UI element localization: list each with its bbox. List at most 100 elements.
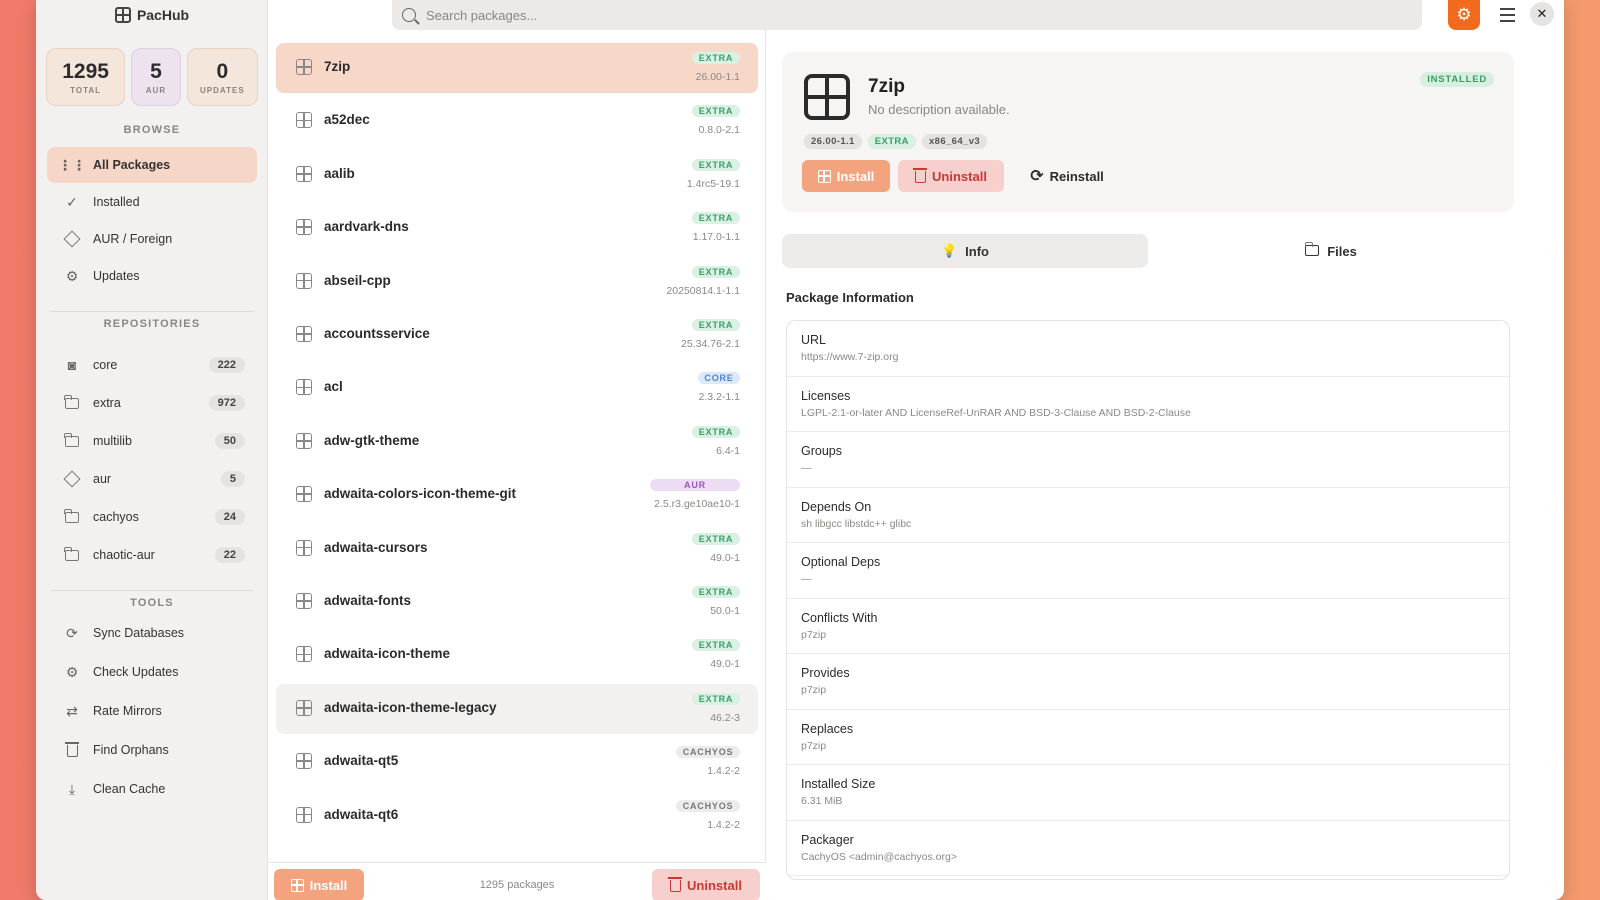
uninstall-button-footer[interactable]: Uninstall <box>652 869 760 900</box>
stat-total-value: 1295 <box>62 59 109 83</box>
settings-button[interactable]: ⚙ <box>1448 0 1480 30</box>
search-placeholder: Search packages... <box>426 7 538 23</box>
stats-row: 1295 TOTAL 5 AUR 0 UPDATES <box>46 48 258 106</box>
package-icon <box>296 165 312 182</box>
tab-label: Info <box>965 243 989 259</box>
package-row[interactable]: adwaita-colors-icon-theme-git AUR 2.5.r3.g… <box>276 470 758 520</box>
package-icon <box>296 806 312 823</box>
nav-all-packages[interactable]: ⋮⋮ All Packages <box>47 147 257 183</box>
tool-rate-mirrors[interactable]: ⇄ Rate Mirrors <box>47 693 257 729</box>
info-key: Groups <box>801 444 842 458</box>
list-footer: Install 1295 packages Uninstall <box>268 862 766 900</box>
uninstall-label: Uninstall <box>687 877 742 893</box>
menu-button[interactable] <box>1496 4 1518 26</box>
info-value: p7zip <box>801 628 827 641</box>
package-row[interactable]: adw-gtk-theme EXTRA 6.4-1 <box>276 417 758 467</box>
package-row[interactable]: 7zip EXTRA 26.00-1.1 <box>276 43 758 93</box>
package-name: adwaita-qt5 <box>324 753 399 769</box>
repo-name: chaotic-aur <box>93 548 155 562</box>
tool-sync-databases[interactable]: ⟳ Sync Databases <box>47 615 257 651</box>
info-row: Installed Size 6.31 MiB <box>787 765 1509 821</box>
tab-files[interactable]: Files <box>1148 234 1514 268</box>
repo-cachyos[interactable]: cachyos 24 <box>47 501 257 533</box>
install-button[interactable]: Install <box>802 160 890 192</box>
folder-icon <box>63 546 81 564</box>
hamburger-icon <box>1499 8 1515 10</box>
tool-find-orphans[interactable]: Find Orphans <box>47 732 257 768</box>
package-name: abseil-cpp <box>324 272 391 288</box>
repo-chaotic-aur[interactable]: chaotic-aur 22 <box>47 539 257 571</box>
package-icon <box>296 379 312 396</box>
package-row[interactable]: adwaita-qt6 CACHYOS 1.4.2-2 <box>276 791 758 841</box>
stat-total: 1295 TOTAL <box>46 48 126 106</box>
trash-icon <box>63 741 81 759</box>
info-row: Provides p7zip <box>787 654 1509 710</box>
package-name: aalib <box>324 165 355 181</box>
info-value: CachyOS <admin@cachyos.org> <box>801 850 957 863</box>
install-label: Install <box>836 168 875 184</box>
package-name: adwaita-fonts <box>324 593 412 608</box>
info-row: Groups — <box>787 432 1509 488</box>
status-badge: INSTALLED <box>1420 72 1494 87</box>
package-icon <box>296 699 312 716</box>
package-row[interactable]: adwaita-fonts EXTRA 50.0-1 <box>276 577 758 627</box>
package-name: aardvark-dns <box>324 219 409 235</box>
repo-count: 24 <box>214 509 245 525</box>
download-icon: ⤓ <box>68 780 76 797</box>
repo-name: core <box>93 358 118 372</box>
package-description: No description available. <box>868 102 1010 117</box>
package-name: adw-gtk-theme <box>324 432 420 448</box>
repo-aur[interactable]: aur 5 <box>47 463 257 495</box>
package-row[interactable]: abseil-cpp EXTRA 20250814.1-1.1 <box>276 257 758 307</box>
tool-clean-cache[interactable]: ⤓ Clean Cache <box>47 771 257 807</box>
arch-tag: x86_64_v3 <box>921 134 988 149</box>
search-input[interactable]: Search packages... <box>392 0 1422 30</box>
diamond-icon <box>63 230 81 248</box>
package-version: 26.00-1.1 <box>695 71 740 83</box>
repo-badge: EXTRA <box>692 158 740 171</box>
package-row[interactable]: adwaita-qt5 CACHYOS 1.4.2-2 <box>276 737 758 787</box>
section-title: Package Information <box>786 290 914 305</box>
nav-aur-foreign[interactable]: AUR / Foreign <box>47 221 257 257</box>
tab-info[interactable]: 💡 Info <box>782 234 1148 268</box>
tool-label: Rate Mirrors <box>93 704 162 718</box>
reinstall-button[interactable]: ⟳ Reinstall <box>1012 160 1122 192</box>
detail-tabs: 💡 Info Files <box>782 234 1514 268</box>
app-title-text: PacHub <box>136 7 190 23</box>
nav-installed[interactable]: ✓ Installed <box>47 184 257 220</box>
folder-icon <box>63 432 81 450</box>
package-row[interactable]: adwaita-icon-theme EXTRA 49.0-1 <box>276 630 758 680</box>
package-version: 1.4.2-2 <box>707 765 740 778</box>
uninstall-button[interactable]: Uninstall <box>898 160 1004 192</box>
package-row[interactable]: aardvark-dns EXTRA 1.17.0-1.1 <box>276 203 758 253</box>
package-row[interactable]: a52dec EXTRA 0.8.0-2.1 <box>276 96 758 146</box>
repo-badge: EXTRA <box>692 532 740 545</box>
nav-label: All Packages <box>93 158 171 172</box>
repo-tag: EXTRA <box>867 134 916 149</box>
package-version: 20250814.1-1.1 <box>666 284 740 297</box>
nav-updates[interactable]: ⚙ Updates <box>47 258 257 294</box>
package-actions: Install Uninstall ⟳ Reinstall <box>802 160 1122 192</box>
repositories-label: REPOSITORIES <box>103 318 201 330</box>
info-value[interactable]: https://www.7-zip.org <box>801 351 1495 363</box>
repo-multilib[interactable]: multilib 50 <box>47 425 257 457</box>
repo-name: extra <box>93 396 121 410</box>
package-row[interactable]: acl CORE 2.3.2-1.1 <box>276 363 758 413</box>
package-row[interactable]: accountsservice EXTRA 25.34.76-2.1 <box>276 310 758 360</box>
stat-total-label: TOTAL <box>70 85 102 95</box>
close-button[interactable]: ✕ <box>1530 2 1554 26</box>
package-name: adwaita-icon-theme <box>324 646 451 662</box>
package-row[interactable]: adwaita-icon-theme-legacy EXTRA 46.2-3 <box>276 683 758 734</box>
repo-extra[interactable]: extra 972 <box>47 387 257 419</box>
divider <box>50 311 254 312</box>
tool-check-updates[interactable]: ⚙ Check Updates <box>47 654 257 690</box>
sidebar: PacHub 1295 TOTAL 5 AUR 0 UPDATES BROWSE… <box>36 0 268 900</box>
repo-core[interactable]: ◙ core 222 <box>47 349 257 381</box>
package-row[interactable]: aalib EXTRA 1.4rc5-19.1 <box>276 150 758 200</box>
uninstall-label: Uninstall <box>932 168 987 184</box>
info-row: Depends On sh libgcc libstdc++ glibc <box>787 488 1509 543</box>
package-name: adwaita-colors-icon-theme-git <box>324 486 517 502</box>
repo-badge: CORE <box>698 372 740 385</box>
info-key: Optional Deps <box>801 555 881 569</box>
package-row[interactable]: adwaita-cursors EXTRA 49.0-1 <box>276 524 758 574</box>
